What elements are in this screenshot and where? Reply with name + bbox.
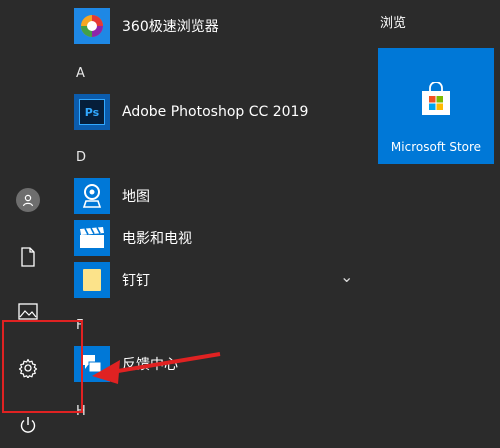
chevron-down-icon[interactable]: ⌄ [340,267,353,286]
annotation-highlight-box [2,320,83,413]
app-label: 钉钉 [122,273,150,289]
app-label: 地图 [122,189,150,205]
app-item-maps[interactable]: 地图 [74,178,150,214]
360-browser-icon [74,8,110,44]
store-bag-icon [422,82,450,115]
photoshop-icon-text: Ps [84,105,100,119]
tile-group-title[interactable]: 浏览 [380,12,406,31]
app-item-feedback-hub[interactable]: 反馈中心 [74,346,178,382]
section-letter-d[interactable]: D [76,150,86,165]
app-item-photoshop[interactable]: Ps Adobe Photoshop CC 2019 [74,94,308,130]
microsoft-store-tile[interactable]: Microsoft Store [378,48,494,164]
movies-tv-icon [74,220,110,256]
app-label: 反馈中心 [122,357,178,373]
folder-icon [74,262,110,298]
app-item-360-browser[interactable]: 360极速浏览器 [74,8,219,44]
app-item-dingtalk-folder[interactable]: 钉钉 ⌄ [74,262,354,298]
store-tile-label: Microsoft Store [390,140,482,154]
app-label: 360极速浏览器 [122,19,219,35]
app-label: 电影和电视 [122,231,192,247]
maps-icon [74,178,110,214]
user-account-button[interactable] [0,177,56,223]
picture-icon [18,302,38,320]
app-label: Adobe Photoshop CC 2019 [122,104,309,120]
app-item-movies-tv[interactable]: 电影和电视 [74,220,192,256]
person-icon [16,188,40,212]
power-icon [20,417,36,433]
document-icon [21,247,35,267]
photoshop-icon: Ps [74,94,110,130]
section-letter-a[interactable]: A [76,66,85,81]
documents-button[interactable] [0,234,56,280]
